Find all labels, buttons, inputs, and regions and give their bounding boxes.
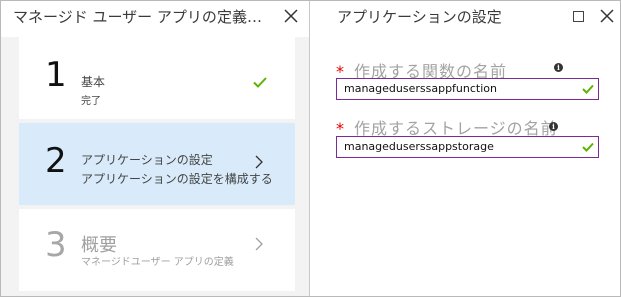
- step-summary[interactable]: 3 概要 マネージドユーザー アプリの定義: [19, 209, 295, 291]
- step-subtitle: アプリケーションの設定を構成する: [81, 172, 273, 186]
- maximize-icon[interactable]: [573, 11, 584, 22]
- function-name-input[interactable]: manageduserssappfunction: [336, 78, 599, 100]
- step-app-settings[interactable]: 2 アプリケーションの設定 アプリケーションの設定を構成する: [19, 123, 295, 205]
- step-list: 1 基本 完了 2 アプリケーションの設定 アプリケーションの設定を構成する 3…: [1, 37, 309, 296]
- chevron-right-icon: [255, 155, 263, 169]
- step-number: 1: [45, 55, 67, 95]
- app-settings-blade: アプリケーションの設定 * 作成する関数の名前 i manageduserssap…: [310, 1, 620, 296]
- storage-name-input[interactable]: manageduserssappstorage: [336, 136, 599, 158]
- step-basics[interactable]: 1 基本 完了: [19, 37, 295, 119]
- step-subtitle: マネージドユーザー アプリの定義: [81, 257, 234, 268]
- valid-checkmark-icon: [582, 142, 594, 152]
- wizard-window: マネージド ユーザー アプリの定義… 1 基本 完了 2 アプリケーションの設定…: [0, 0, 621, 297]
- checkmark-icon: [253, 77, 267, 88]
- chevron-right-icon: [255, 237, 263, 251]
- wizard-steps-blade: マネージド ユーザー アプリの定義… 1 基本 完了 2 アプリケーションの設定…: [1, 1, 310, 296]
- step-title: アプリケーションの設定: [81, 153, 213, 167]
- step-number: 3: [45, 225, 67, 265]
- step-subtitle: 完了: [81, 96, 101, 107]
- input-value: manageduserssappfunction: [344, 82, 497, 95]
- left-blade-title: マネージド ユーザー アプリの定義…: [13, 8, 262, 26]
- step-title: 基本: [81, 75, 106, 89]
- info-icon[interactable]: i: [554, 63, 563, 72]
- valid-checkmark-icon: [582, 84, 594, 94]
- input-value: manageduserssappstorage: [344, 140, 494, 153]
- right-blade-title: アプリケーションの設定: [337, 8, 502, 26]
- info-icon[interactable]: i: [549, 122, 558, 131]
- close-icon[interactable]: [284, 9, 298, 23]
- step-number: 2: [45, 141, 67, 181]
- close-icon[interactable]: [600, 9, 614, 23]
